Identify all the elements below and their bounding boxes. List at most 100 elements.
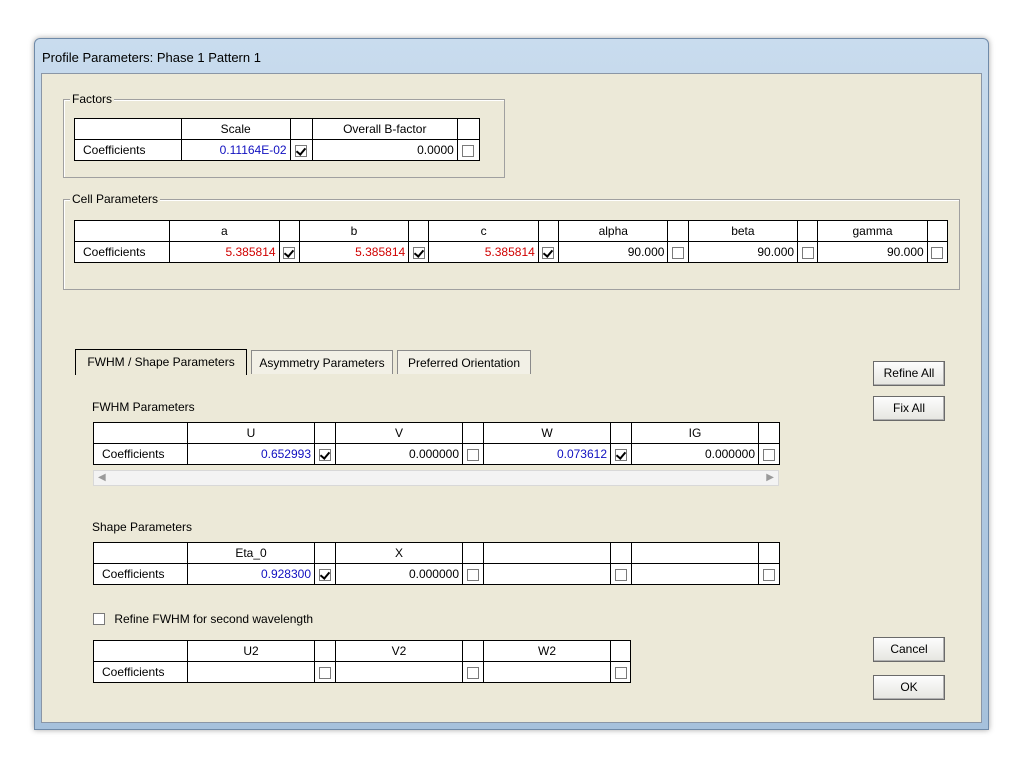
second-wavelength-table: U2 V2 W2 Coefficients xyxy=(93,640,631,683)
checkbox-icon xyxy=(763,448,775,461)
factors-header-spacer xyxy=(456,118,481,140)
cell-c-value-cell[interactable]: 5.385814 xyxy=(428,241,539,263)
u2-value-cell[interactable] xyxy=(187,661,315,683)
cell-beta-value-cell[interactable]: 90.000 xyxy=(687,241,799,263)
cell-alpha-value-cell[interactable]: 90.000 xyxy=(558,241,669,263)
factors-header-spacer xyxy=(289,118,313,140)
cell-header-alpha: alpha xyxy=(558,220,669,242)
cell-b-refine-checkbox[interactable] xyxy=(408,241,430,263)
fwhm-ig-value-cell[interactable]: 0.000000 xyxy=(631,443,759,465)
w2-refine-checkbox[interactable] xyxy=(610,661,631,683)
tab-fwhm-shape[interactable]: FWHM / Shape Parameters xyxy=(75,349,247,375)
shape-coefficients-row: Coefficients 0.928300 0.000000 xyxy=(93,563,780,585)
shape-corner-cell xyxy=(93,542,188,564)
fix-all-button[interactable]: Fix All xyxy=(873,396,945,421)
window-title: Profile Parameters: Phase 1 Pattern 1 xyxy=(42,50,261,65)
v2-refine-checkbox[interactable] xyxy=(462,661,484,683)
shape-eta0-value-cell[interactable]: 0.928300 xyxy=(187,563,315,585)
overall-b-value-cell[interactable]: 0.0000 xyxy=(311,139,458,161)
cell-gamma-refine-checkbox[interactable] xyxy=(926,241,949,263)
cell-row-label: Coefficients xyxy=(73,241,171,263)
cell-header-spacer xyxy=(667,220,689,242)
factors-header-row: Scale Overall B-factor xyxy=(74,118,481,140)
fwhm-ig-refine-checkbox[interactable] xyxy=(758,443,780,465)
fwhm-v-value-cell[interactable]: 0.000000 xyxy=(335,443,463,465)
cell-header-beta: beta xyxy=(687,220,799,242)
fwhm-u-value-cell[interactable]: 0.652993 xyxy=(187,443,315,465)
shape-empty-value-cell[interactable] xyxy=(483,563,611,585)
checkbox-icon xyxy=(672,246,685,259)
fwhm-horizontal-scrollbar[interactable]: ◀ ▶ xyxy=(93,470,779,486)
shape-x-value-cell[interactable]: 0.000000 xyxy=(335,563,463,585)
checkbox-icon xyxy=(283,246,296,259)
second-wavelength-checkbox[interactable]: Refine FWHM for second wavelength xyxy=(93,611,313,627)
cell-corner-cell xyxy=(73,220,171,242)
factors-header-scale: Scale xyxy=(180,118,291,140)
shape-header-empty xyxy=(483,542,611,564)
shape-header-spacer xyxy=(610,542,632,564)
ok-button[interactable]: OK xyxy=(873,675,945,700)
overall-b-refine-checkbox[interactable] xyxy=(456,139,481,161)
cell-alpha-refine-checkbox[interactable] xyxy=(667,241,689,263)
checkbox-icon xyxy=(615,448,627,461)
shape-row-label: Coefficients xyxy=(93,563,188,585)
header-v2: V2 xyxy=(335,640,463,662)
refine-all-button[interactable]: Refine All xyxy=(873,361,945,386)
u2-refine-checkbox[interactable] xyxy=(314,661,336,683)
shape-table: Eta_0 X Coefficients 0.928300 0.000000 xyxy=(93,542,780,585)
cell-b-value-cell[interactable]: 5.385814 xyxy=(298,241,410,263)
shape-empty-refine-checkbox[interactable] xyxy=(758,563,780,585)
checkbox-icon xyxy=(93,612,105,625)
checkbox-icon xyxy=(763,568,775,581)
shape-eta0-refine-checkbox[interactable] xyxy=(314,563,336,585)
checkbox-icon xyxy=(801,246,814,259)
cell-a-value-cell[interactable]: 5.385814 xyxy=(169,241,280,263)
fwhm-u-refine-checkbox[interactable] xyxy=(314,443,336,465)
fwhm-w-refine-checkbox[interactable] xyxy=(610,443,632,465)
scroll-left-arrow-icon[interactable]: ◀ xyxy=(98,472,106,483)
fwhm-header-spacer xyxy=(758,422,780,444)
dialog-client-area: Factors Scale Overall B-factor Coefficie… xyxy=(41,73,982,723)
checkbox-icon xyxy=(295,144,308,157)
tab-asymmetry[interactable]: Asymmetry Parameters xyxy=(251,350,393,374)
header-spacer xyxy=(314,640,336,662)
shape-header-x: X xyxy=(335,542,463,564)
checkbox-icon xyxy=(542,246,555,259)
cancel-button[interactable]: Cancel xyxy=(873,637,945,662)
checkbox-icon xyxy=(319,448,331,461)
cell-header-c: c xyxy=(428,220,539,242)
shape-header-spacer xyxy=(314,542,336,564)
fwhm-corner-cell xyxy=(93,422,188,444)
fwhm-section-label: FWHM Parameters xyxy=(92,400,195,414)
scale-refine-checkbox[interactable] xyxy=(289,139,313,161)
checkbox-icon xyxy=(319,666,331,679)
factors-row-label: Coefficients xyxy=(74,139,182,161)
profile-parameters-window: Profile Parameters: Phase 1 Pattern 1 Fa… xyxy=(34,38,989,730)
fwhm-v-refine-checkbox[interactable] xyxy=(462,443,484,465)
factors-coefficients-row: Coefficients 0.11164E-02 0.0000 xyxy=(74,139,481,161)
fwhm-w-value-cell[interactable]: 0.073612 xyxy=(483,443,611,465)
shape-empty-value-cell[interactable] xyxy=(631,563,759,585)
cell-beta-refine-checkbox[interactable] xyxy=(797,241,819,263)
cell-c-refine-checkbox[interactable] xyxy=(537,241,560,263)
second-wavelength-coefficients-row: Coefficients xyxy=(93,661,631,683)
shape-empty-refine-checkbox[interactable] xyxy=(610,563,632,585)
fwhm-table: U V W IG Coefficients 0.652993 0.000000 … xyxy=(93,422,780,465)
header-u2: U2 xyxy=(187,640,315,662)
shape-x-refine-checkbox[interactable] xyxy=(462,563,484,585)
fwhm-header-spacer xyxy=(610,422,632,444)
tab-preferred-orientation[interactable]: Preferred Orientation xyxy=(397,350,531,374)
cell-header-gamma: gamma xyxy=(817,220,928,242)
cell-header-row: a b c alpha beta gamma xyxy=(73,220,949,242)
factors-corner-cell xyxy=(74,118,182,140)
cell-a-refine-checkbox[interactable] xyxy=(278,241,300,263)
scale-value-cell[interactable]: 0.11164E-02 xyxy=(180,139,291,161)
cell-header-spacer xyxy=(278,220,300,242)
scroll-right-arrow-icon[interactable]: ▶ xyxy=(766,472,774,483)
cell-gamma-value-cell[interactable]: 90.000 xyxy=(817,241,928,263)
checkbox-icon xyxy=(467,666,479,679)
checkbox-icon xyxy=(462,144,475,157)
v2-value-cell[interactable] xyxy=(335,661,463,683)
w2-value-cell[interactable] xyxy=(483,661,611,683)
checkbox-icon xyxy=(931,246,944,259)
